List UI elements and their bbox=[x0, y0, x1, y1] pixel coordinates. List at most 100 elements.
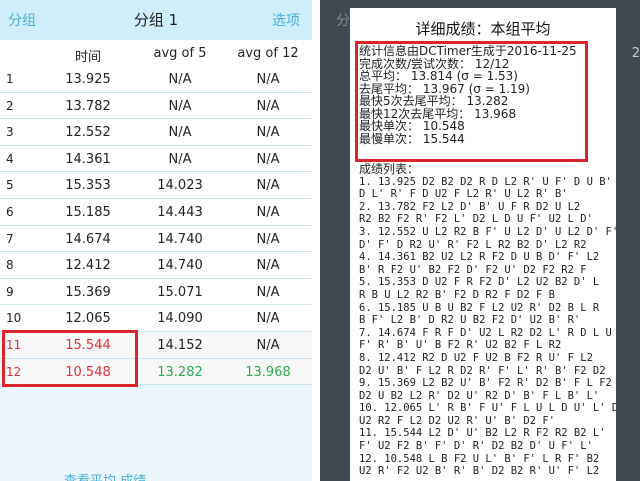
row-avg12: N/A bbox=[256, 72, 280, 87]
row-avg12: 13.968 bbox=[245, 364, 291, 380]
row-index: 7 bbox=[6, 231, 14, 246]
list-item: 5. 15.353 D U2 F R F2 D' L2 U2 B2 D' L bbox=[359, 276, 600, 289]
row-time: 12.412 bbox=[65, 258, 111, 274]
list-item: U2 R' F2 U2 B' R' B' D2 B2 R' U' F' L2 bbox=[359, 465, 600, 478]
row-index: 1 bbox=[6, 72, 14, 86]
row-avg5: 14.152 bbox=[157, 338, 203, 353]
stats-line: 最快单次： 10.548 bbox=[359, 119, 465, 133]
row-index: 2 bbox=[6, 98, 14, 113]
row-time: 13.782 bbox=[65, 98, 111, 114]
table-row[interactable]: 4 14.361 N/A N/A bbox=[0, 145, 312, 173]
list-item: D2 U' B' F L2 R D2 R' F' L' R' B' F2 D2 bbox=[359, 364, 606, 377]
row-avg5: 14.740 bbox=[157, 231, 203, 247]
column-header-time: 时间 bbox=[74, 50, 101, 65]
row-avg5: 15.071 bbox=[157, 284, 203, 300]
row-avg12: N/A bbox=[256, 311, 280, 327]
list-item: B' R F2 U' B2 F2 D' F2 U' D2 F2 R2 F bbox=[359, 263, 587, 276]
row-time: 14.361 bbox=[65, 151, 111, 167]
background-screen: 分 2 详细成绩：本组平均 统计信息由DCTimer生成于2016-11-25 … bbox=[320, 0, 640, 481]
table-row[interactable]: 9 15.369 15.071 N/A bbox=[0, 278, 312, 306]
row-avg5: 14.443 bbox=[157, 205, 203, 220]
highlight-box bbox=[2, 330, 138, 388]
row-avg12: N/A bbox=[256, 125, 280, 141]
row-avg12: N/A bbox=[256, 258, 280, 274]
row-index: 4 bbox=[6, 151, 14, 166]
row-index: 6 bbox=[6, 205, 14, 219]
list-item: 7. 14.674 F R F D' U2 L R2 D2 L' R D L U bbox=[359, 326, 612, 339]
row-index: 9 bbox=[6, 284, 14, 299]
row-index: 8 bbox=[6, 258, 14, 273]
row-avg5: N/A bbox=[168, 98, 192, 114]
results-list[interactable]: 成绩列表： 1. 13.925 D2 B2 D2 R D L2 R' U F' … bbox=[359, 162, 616, 478]
page-title: 分组 1 bbox=[133, 11, 179, 29]
list-item: D' F' D R2 U' R' F2 L R2 B2 D' L2 R2 bbox=[359, 238, 587, 251]
table-row[interactable]: 6 15.185 14.443 N/A bbox=[0, 199, 312, 226]
row-avg5: N/A bbox=[168, 125, 192, 141]
table-row[interactable]: 7 14.674 14.740 N/A bbox=[0, 225, 312, 253]
row-time: 12.065 bbox=[65, 311, 111, 327]
background-text: 2 bbox=[631, 46, 640, 61]
row-avg5: 14.023 bbox=[157, 178, 203, 194]
list-item: U2 R2 F L2 D2 U2 R' U' B' D2 F' bbox=[359, 414, 555, 427]
row-avg12: N/A bbox=[256, 338, 280, 353]
row-avg5: 14.740 bbox=[157, 258, 203, 274]
list-item: 11. 15.544 L2 D' U' B2 L2 R F2 R2 B2 L' bbox=[359, 427, 606, 440]
dialog-title: 详细成绩：本组平均 bbox=[415, 20, 551, 38]
row-avg5: N/A bbox=[168, 72, 192, 87]
row-time: 15.369 bbox=[65, 284, 111, 300]
list-item: R2 B2 F2 R' F2 L' D2 L D U F' U2 L D' bbox=[359, 213, 593, 226]
list-item: B F' L2 B' D R2 U B2 F2 D' U2 B' R' bbox=[359, 314, 581, 327]
row-time: 12.552 bbox=[65, 125, 111, 141]
row-avg12: N/A bbox=[256, 205, 280, 220]
row-avg12: N/A bbox=[256, 98, 280, 114]
list-item: 10. 12.065 L' R B' F U' F L U L D U' L' … bbox=[359, 402, 616, 415]
group-panel: 分组 分组 1 选项 时间 avg of 5 avg of 12 1 13.925… bbox=[0, 0, 312, 481]
table-row[interactable]: 10 12.065 14.090 N/A bbox=[0, 305, 312, 332]
stats-line: 总平均： 13.814 (σ = 1.53) bbox=[359, 69, 518, 83]
stats-line: 最慢单次： 15.544 bbox=[359, 131, 465, 146]
list-item: D2 U B2 L2 R' D2 U' R2 D' B' F L B' L' bbox=[359, 389, 600, 402]
row-avg12: N/A bbox=[256, 178, 280, 194]
row-time: 15.185 bbox=[65, 205, 111, 220]
group-header: 分组 分组 1 选项 bbox=[0, 0, 312, 40]
background-back-label: 分 bbox=[336, 13, 350, 29]
list-item: 6. 15.185 U B U B2 F L2 U2 R' D2 B L R bbox=[359, 301, 600, 314]
column-header-avg12: avg of 12 bbox=[237, 46, 299, 61]
table-row[interactable]: 3 12.552 N/A N/A bbox=[0, 119, 312, 146]
list-item: 1. 13.925 D2 B2 D2 R D L2 R' U F' D U B' bbox=[359, 175, 612, 188]
row-index: 5 bbox=[6, 178, 14, 193]
table-row[interactable]: 8 12.412 14.740 N/A bbox=[0, 252, 312, 279]
list-item: D L' R' F D U2 F L2 R' U L2 R' B' bbox=[359, 188, 568, 201]
row-time: 14.674 bbox=[65, 231, 111, 247]
row-avg5: 14.090 bbox=[157, 311, 203, 327]
list-item: F' R' B' U' B F2 R' U2 B2 F L R2 bbox=[359, 339, 562, 352]
table-row[interactable]: 2 13.782 N/A N/A bbox=[0, 92, 312, 120]
list-item: 12. 10.548 L B F2 U L' B' F' L R F' B2 bbox=[359, 452, 600, 465]
stats-line: 最快5次去尾平均： 13.282 bbox=[359, 94, 509, 108]
bottom-link[interactable]: 查看平均 成绩 … bbox=[64, 470, 163, 481]
options-button[interactable]: 选项 bbox=[272, 10, 300, 30]
row-avg5: 13.282 bbox=[157, 364, 203, 380]
stats-line: 统计信息由DCTimer生成于2016-11-25 bbox=[359, 44, 577, 58]
row-avg12: N/A bbox=[256, 231, 280, 247]
row-time: 15.353 bbox=[65, 178, 111, 194]
list-item: 9. 15.369 L2 B2 U' B' F2 R' D2 B' F L F2 bbox=[359, 377, 612, 390]
row-avg5: N/A bbox=[168, 151, 192, 167]
table-row[interactable]: 5 15.353 14.023 N/A bbox=[0, 172, 312, 199]
results-list-header: 成绩列表： bbox=[359, 162, 420, 176]
list-item: R B U L2 R2 B' F2 D R2 F D2 F B bbox=[359, 288, 555, 301]
stats-block: 统计信息由DCTimer生成于2016-11-25 完成次数/尝试次数： 12/… bbox=[359, 45, 585, 145]
list-item: 4. 14.361 B2 U2 L2 R F2 D U B D' F' L2 bbox=[359, 251, 600, 264]
row-avg12: N/A bbox=[256, 284, 280, 300]
table-row[interactable]: 1 13.925 N/A N/A bbox=[0, 66, 312, 93]
row-index: 10 bbox=[6, 311, 22, 326]
list-item: 8. 12.412 R2 D U2 F U2 B F2 R U' F L2 bbox=[359, 351, 593, 364]
table-header: 时间 avg of 5 avg of 12 bbox=[0, 40, 312, 66]
list-item: 2. 13.782 F2 L2 D' B' U F R D2 U L2 bbox=[359, 200, 581, 213]
row-time: 13.925 bbox=[65, 72, 111, 87]
row-avg12: N/A bbox=[256, 151, 280, 167]
column-header-avg5: avg of 5 bbox=[153, 46, 207, 61]
list-item: 3. 12.552 U L2 R2 B F' U L2 D' U L2 D' F… bbox=[359, 225, 616, 238]
details-dialog: 详细成绩：本组平均 统计信息由DCTimer生成于2016-11-25 完成次数… bbox=[350, 8, 616, 481]
row-index: 3 bbox=[6, 125, 14, 140]
